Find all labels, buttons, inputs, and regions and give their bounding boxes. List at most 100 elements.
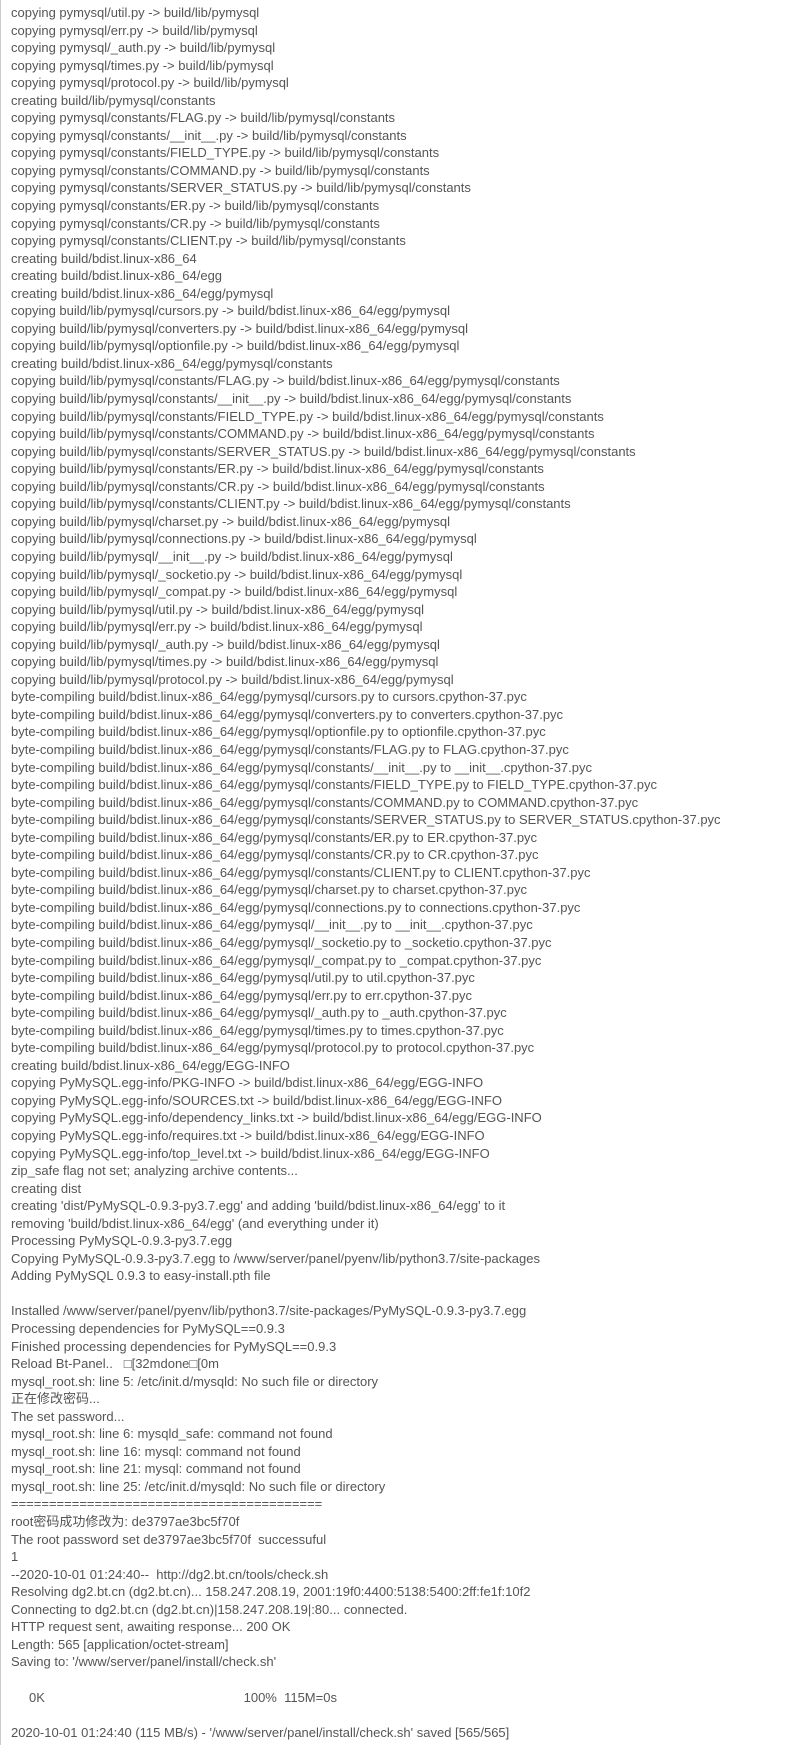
terminal-line: ========================================…: [11, 1495, 801, 1513]
terminal-line: Adding PyMySQL 0.9.3 to easy-install.pth…: [11, 1267, 801, 1285]
terminal-line: copying pymysql/_auth.py -> build/lib/py…: [11, 39, 801, 57]
terminal-line: byte-compiling build/bdist.linux-x86_64/…: [11, 934, 801, 952]
terminal-line: byte-compiling build/bdist.linux-x86_64/…: [11, 969, 801, 987]
terminal-line: copying build/lib/pymysql/_socketio.py -…: [11, 566, 801, 584]
terminal-line: copying pymysql/times.py -> build/lib/py…: [11, 57, 801, 75]
terminal-line: byte-compiling build/bdist.linux-x86_64/…: [11, 829, 801, 847]
terminal-line: [11, 1706, 801, 1724]
terminal-line: copying build/lib/pymysql/constants/CLIE…: [11, 495, 801, 513]
terminal-line: byte-compiling build/bdist.linux-x86_64/…: [11, 1039, 801, 1057]
terminal-line: byte-compiling build/bdist.linux-x86_64/…: [11, 846, 801, 864]
terminal-line: Reload Bt-Panel.. □[32mdone□[0m: [11, 1355, 801, 1373]
terminal-line: copying pymysql/constants/__init__.py ->…: [11, 127, 801, 145]
terminal-line: byte-compiling build/bdist.linux-x86_64/…: [11, 916, 801, 934]
terminal-line: copying PyMySQL.egg-info/dependency_link…: [11, 1109, 801, 1127]
terminal-line: copying pymysql/constants/CR.py -> build…: [11, 215, 801, 233]
terminal-line: byte-compiling build/bdist.linux-x86_64/…: [11, 759, 801, 777]
terminal-line: copying build/lib/pymysql/optionfile.py …: [11, 337, 801, 355]
terminal-line: byte-compiling build/bdist.linux-x86_64/…: [11, 864, 801, 882]
terminal-line: root密码成功修改为: de3797ae3bc5f70f: [11, 1513, 801, 1531]
terminal-line: copying build/lib/pymysql/constants/SERV…: [11, 443, 801, 461]
terminal-line: HTTP request sent, awaiting response... …: [11, 1618, 801, 1636]
terminal-line: copying PyMySQL.egg-info/PKG-INFO -> bui…: [11, 1074, 801, 1092]
terminal-line: --2020-10-01 01:24:40-- http://dg2.bt.cn…: [11, 1566, 801, 1584]
terminal-line: mysql_root.sh: line 16: mysql: command n…: [11, 1443, 801, 1461]
terminal-line: removing 'build/bdist.linux-x86_64/egg' …: [11, 1215, 801, 1233]
terminal-line: copying pymysql/protocol.py -> build/lib…: [11, 74, 801, 92]
terminal-line: byte-compiling build/bdist.linux-x86_64/…: [11, 688, 801, 706]
terminal-line: The set password...: [11, 1408, 801, 1426]
terminal-line: Copying PyMySQL-0.9.3-py3.7.egg to /www/…: [11, 1250, 801, 1268]
terminal-line: copying build/lib/pymysql/constants/FLAG…: [11, 372, 801, 390]
terminal-line: copying build/lib/pymysql/_compat.py -> …: [11, 583, 801, 601]
terminal-line: byte-compiling build/bdist.linux-x86_64/…: [11, 794, 801, 812]
terminal-line: copying build/lib/pymysql/times.py -> bu…: [11, 653, 801, 671]
terminal-line: copying PyMySQL.egg-info/SOURCES.txt -> …: [11, 1092, 801, 1110]
terminal-line: [11, 1285, 801, 1303]
terminal-line: byte-compiling build/bdist.linux-x86_64/…: [11, 899, 801, 917]
terminal-line: byte-compiling build/bdist.linux-x86_64/…: [11, 952, 801, 970]
terminal-line: byte-compiling build/bdist.linux-x86_64/…: [11, 706, 801, 724]
terminal-line: Resolving dg2.bt.cn (dg2.bt.cn)... 158.2…: [11, 1583, 801, 1601]
terminal-line: copying PyMySQL.egg-info/top_level.txt -…: [11, 1145, 801, 1163]
terminal-line: copying build/lib/pymysql/constants/ER.p…: [11, 460, 801, 478]
terminal-line: copying build/lib/pymysql/protocol.py ->…: [11, 671, 801, 689]
terminal-line: mysql_root.sh: line 6: mysqld_safe: comm…: [11, 1425, 801, 1443]
terminal-line: Connecting to dg2.bt.cn (dg2.bt.cn)|158.…: [11, 1601, 801, 1619]
terminal-line: copying build/lib/pymysql/connections.py…: [11, 530, 801, 548]
terminal-line: copying build/lib/pymysql/charset.py -> …: [11, 513, 801, 531]
terminal-line: Saving to: '/www/server/panel/install/ch…: [11, 1653, 801, 1671]
terminal-line: copying pymysql/constants/ER.py -> build…: [11, 197, 801, 215]
terminal-line: byte-compiling build/bdist.linux-x86_64/…: [11, 741, 801, 759]
terminal-line: copying build/lib/pymysql/constants/COMM…: [11, 425, 801, 443]
terminal-line: copying pymysql/constants/COMMAND.py -> …: [11, 162, 801, 180]
terminal-line: copying PyMySQL.egg-info/requires.txt ->…: [11, 1127, 801, 1145]
terminal-line: byte-compiling build/bdist.linux-x86_64/…: [11, 776, 801, 794]
terminal-line: 0K 100% 115M=0s: [11, 1689, 801, 1707]
terminal-line: [11, 1671, 801, 1689]
terminal-line: Installed /www/server/panel/pyenv/lib/py…: [11, 1302, 801, 1320]
terminal-line: 正在修改密码...: [11, 1390, 801, 1408]
terminal-line: creating build/lib/pymysql/constants: [11, 92, 801, 110]
terminal-line: copying build/lib/pymysql/constants/FIEL…: [11, 408, 801, 426]
terminal-output: copying pymysql/util.py -> build/lib/pym…: [11, 4, 801, 1741]
terminal-line: Processing dependencies for PyMySQL==0.9…: [11, 1320, 801, 1338]
terminal-line: creating build/bdist.linux-x86_64/egg: [11, 267, 801, 285]
terminal-line: copying build/lib/pymysql/constants/CR.p…: [11, 478, 801, 496]
terminal-line: creating build/bdist.linux-x86_64: [11, 250, 801, 268]
terminal-line: byte-compiling build/bdist.linux-x86_64/…: [11, 881, 801, 899]
terminal-line: copying pymysql/constants/CLIENT.py -> b…: [11, 232, 801, 250]
terminal-line: creating 'dist/PyMySQL-0.9.3-py3.7.egg' …: [11, 1197, 801, 1215]
terminal-line: The root password set de3797ae3bc5f70f s…: [11, 1531, 801, 1549]
terminal-line: mysql_root.sh: line 25: /etc/init.d/mysq…: [11, 1478, 801, 1496]
terminal-line: copying pymysql/constants/FIELD_TYPE.py …: [11, 144, 801, 162]
terminal-line: byte-compiling build/bdist.linux-x86_64/…: [11, 1004, 801, 1022]
terminal-line: mysql_root.sh: line 21: mysql: command n…: [11, 1460, 801, 1478]
terminal-line: byte-compiling build/bdist.linux-x86_64/…: [11, 987, 801, 1005]
terminal-line: Finished processing dependencies for PyM…: [11, 1338, 801, 1356]
terminal-line: copying build/lib/pymysql/cursors.py -> …: [11, 302, 801, 320]
terminal-line: 1: [11, 1548, 801, 1566]
terminal-line: mysql_root.sh: line 5: /etc/init.d/mysql…: [11, 1373, 801, 1391]
terminal-line: creating dist: [11, 1180, 801, 1198]
terminal-line: copying build/lib/pymysql/err.py -> buil…: [11, 618, 801, 636]
terminal-line: byte-compiling build/bdist.linux-x86_64/…: [11, 723, 801, 741]
terminal-line: copying build/lib/pymysql/_auth.py -> bu…: [11, 636, 801, 654]
terminal-line: creating build/bdist.linux-x86_64/egg/py…: [11, 285, 801, 303]
terminal-line: Processing PyMySQL-0.9.3-py3.7.egg: [11, 1232, 801, 1250]
terminal-line: zip_safe flag not set; analyzing archive…: [11, 1162, 801, 1180]
terminal-line: copying pymysql/constants/SERVER_STATUS.…: [11, 179, 801, 197]
terminal-line: copying pymysql/util.py -> build/lib/pym…: [11, 4, 801, 22]
terminal-line: byte-compiling build/bdist.linux-x86_64/…: [11, 811, 801, 829]
terminal-line: copying build/lib/pymysql/constants/__in…: [11, 390, 801, 408]
terminal-line: copying pymysql/err.py -> build/lib/pymy…: [11, 22, 801, 40]
terminal-line: 2020-10-01 01:24:40 (115 MB/s) - '/www/s…: [11, 1724, 801, 1742]
terminal-line: creating build/bdist.linux-x86_64/egg/py…: [11, 355, 801, 373]
terminal-line: byte-compiling build/bdist.linux-x86_64/…: [11, 1022, 801, 1040]
terminal-line: copying pymysql/constants/FLAG.py -> bui…: [11, 109, 801, 127]
terminal-line: copying build/lib/pymysql/converters.py …: [11, 320, 801, 338]
terminal-line: Length: 565 [application/octet-stream]: [11, 1636, 801, 1654]
terminal-line: copying build/lib/pymysql/util.py -> bui…: [11, 601, 801, 619]
terminal-line: copying build/lib/pymysql/__init__.py ->…: [11, 548, 801, 566]
terminal-line: creating build/bdist.linux-x86_64/egg/EG…: [11, 1057, 801, 1075]
